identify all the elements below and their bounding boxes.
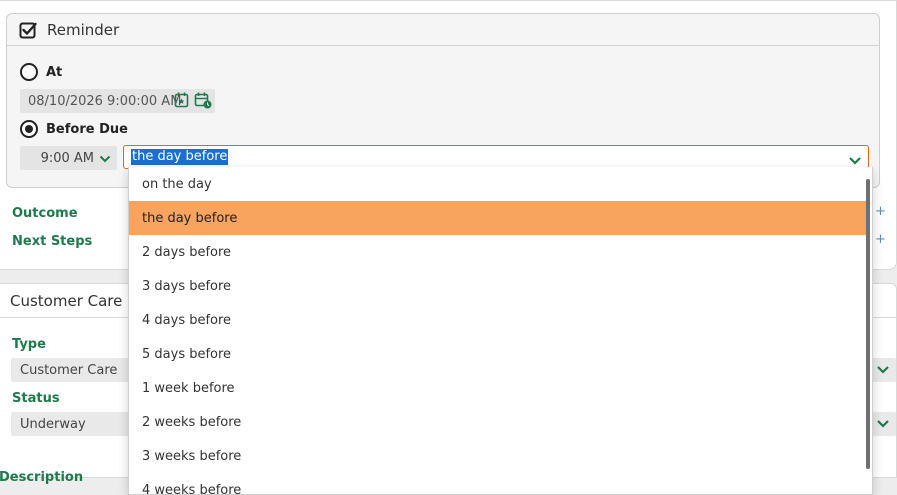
dropdown-option[interactable]: 2 weeks before [129,405,867,439]
dropdown-option[interactable]: 3 weeks before [129,439,867,473]
chevron-down-icon [876,418,890,430]
add-next-steps-icon[interactable]: + [875,232,886,247]
description-label: Description [0,470,84,485]
before-due-select[interactable]: the day before [123,145,869,169]
reminder-date-value: 08/10/2026 9:00:00 AM [28,93,182,109]
checkbox-checked-icon[interactable] [19,21,37,39]
dropdown-option[interactable]: 2 days before [129,235,867,269]
add-outcome-icon[interactable]: + [875,204,886,219]
before-due-radio-row[interactable]: Before Due [20,120,128,138]
before-due-radio[interactable] [20,120,38,138]
reminder-header[interactable]: Reminder [7,14,879,46]
at-radio-row[interactable]: At [20,63,62,81]
status-label: Status [12,391,60,406]
at-label: At [46,64,63,80]
dropdown-scrollbar[interactable] [866,179,870,469]
next-steps-label: Next Steps [12,234,93,249]
reminder-time-value: 9:00 AM [40,150,94,166]
dropdown-option[interactable]: 3 days before [129,269,867,303]
before-due-dropdown-list[interactable]: on the day the day before 2 days before 3 d… [128,167,873,495]
calendar-clock-icon[interactable] [194,91,212,109]
reminder-section: Reminder At 08/10/2026 9:00:00 AM Before… [6,13,880,188]
outcome-label: Outcome [12,206,78,221]
chevron-down-icon [99,153,111,163]
dropdown-options: on the day the day before 2 days before 3 d… [129,167,872,495]
dropdown-option[interactable]: 5 days before [129,337,867,371]
chevron-down-icon [848,152,862,165]
dropdown-option[interactable]: 4 weeks before [129,473,867,495]
before-due-value: the day before [131,149,229,165]
reminder-title: Reminder [47,20,120,39]
dropdown-option[interactable]: 4 days before [129,303,867,337]
date-icons [173,91,212,109]
at-radio[interactable] [20,63,38,81]
dropdown-option[interactable]: 1 week before [129,371,867,405]
type-value: Customer Care [20,362,118,378]
before-due-label: Before Due [46,121,128,137]
dropdown-option[interactable]: the day before [129,201,867,235]
status-value: Underway [20,416,86,432]
reminder-time-select[interactable]: 9:00 AM [20,146,117,170]
type-label: Type [12,337,46,352]
calendar-star-icon[interactable] [173,91,191,109]
dropdown-option[interactable]: on the day [129,167,867,201]
chevron-down-icon [876,364,890,376]
